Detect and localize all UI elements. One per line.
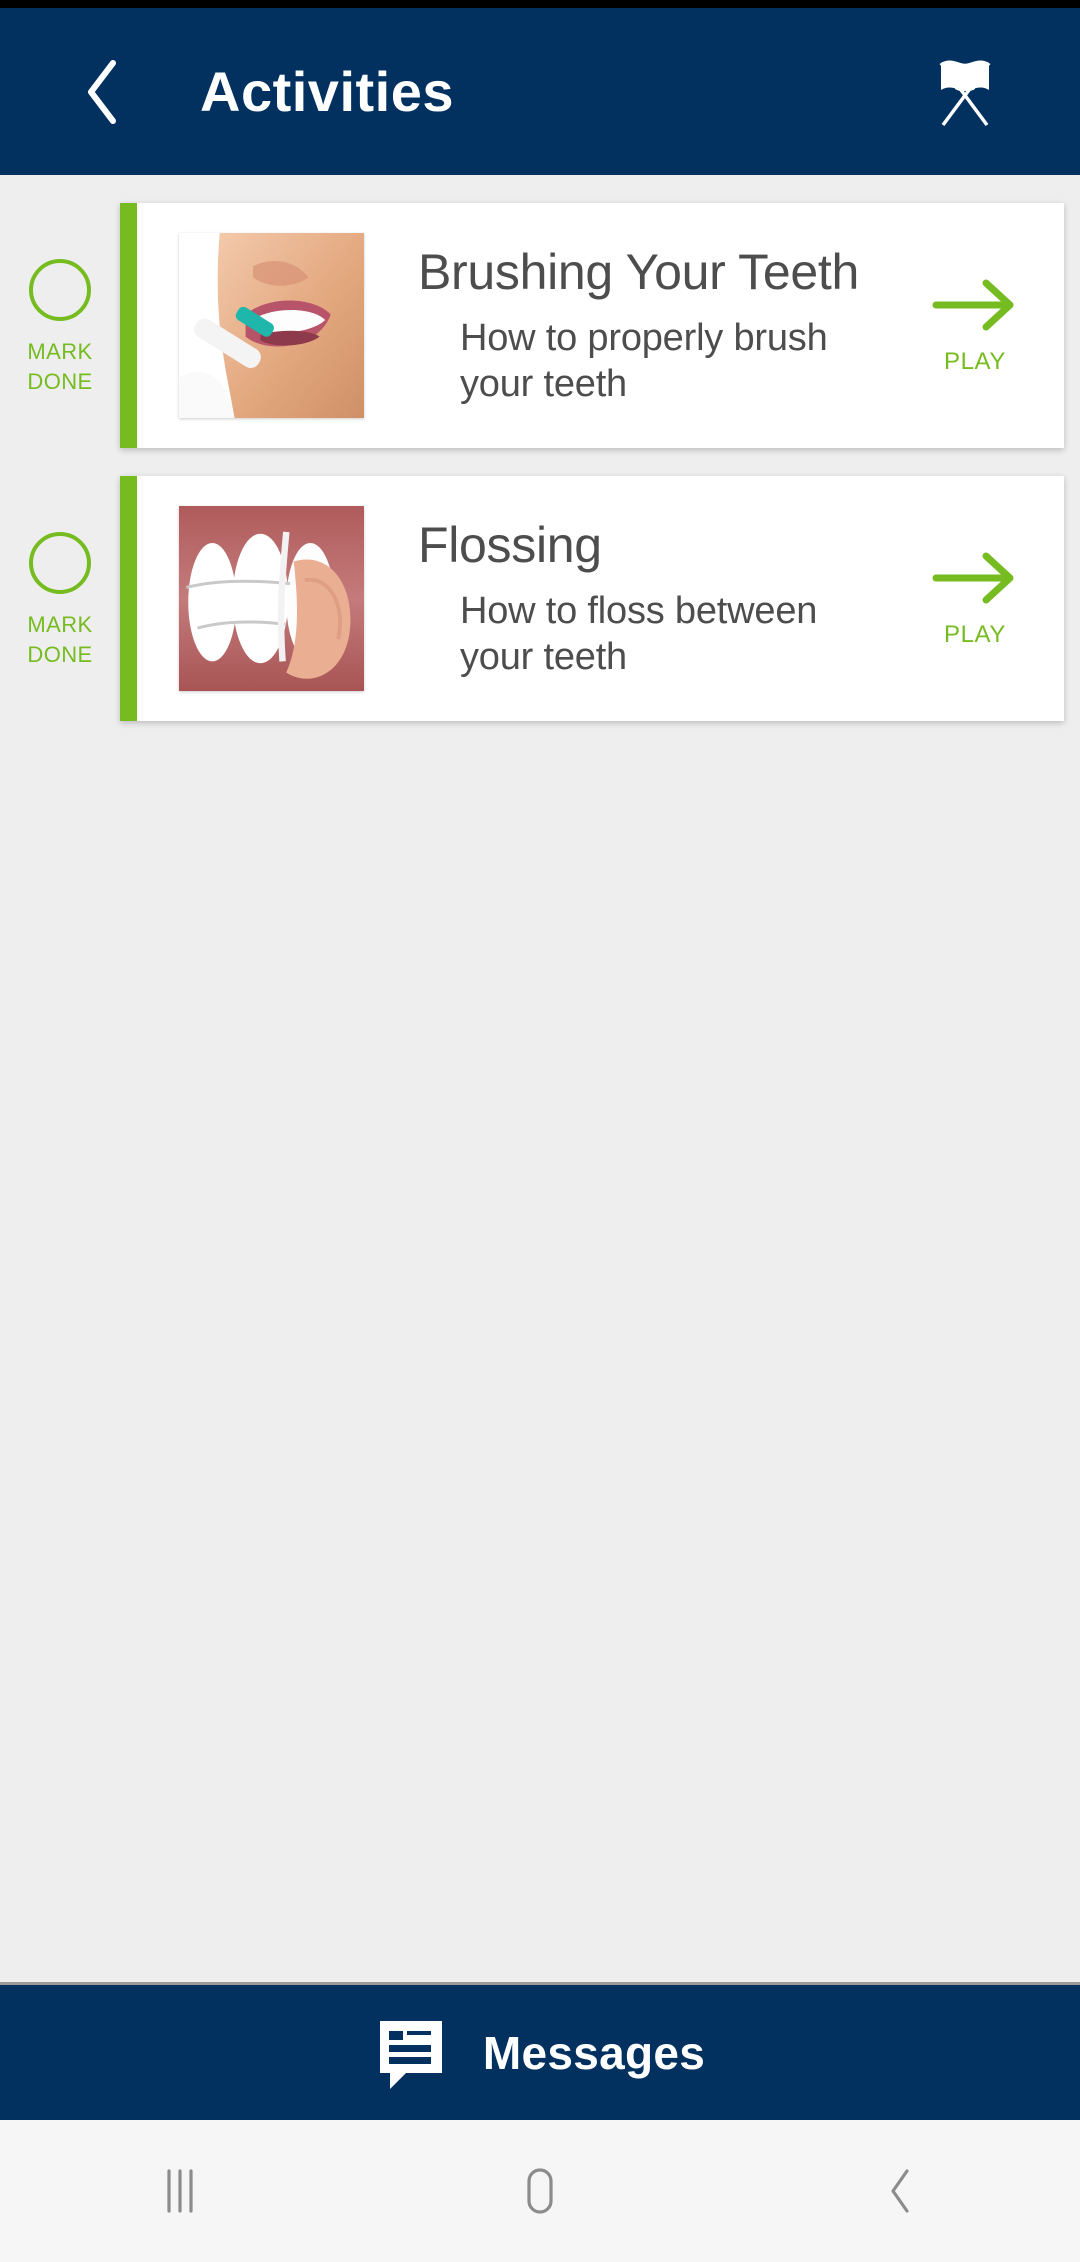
mark-done-checkbox[interactable] [29, 259, 91, 322]
system-back-button[interactable] [720, 2120, 1080, 2262]
activity-description: How to properly brush your teeth [460, 316, 828, 405]
mark-done-label: MARK DONE [27, 337, 92, 395]
home-square-icon [515, 2165, 565, 2217]
activity-description: How to floss between your teeth [460, 589, 818, 678]
card-text-block: Brushing Your Teeth How to properly brus… [364, 244, 904, 408]
card-text-block: Flossing How to floss between your teeth [364, 517, 904, 681]
mark-done-line1: MARK [27, 612, 93, 638]
crossed-flags-button[interactable] [910, 47, 1020, 137]
status-strip [0, 0, 1080, 8]
home-button[interactable] [360, 2120, 720, 2262]
mark-done-line1: MARK [27, 339, 93, 365]
crossed-flags-icon [913, 49, 1017, 135]
card-accent-bar [120, 203, 137, 448]
messages-bar[interactable]: Messages [0, 1982, 1080, 2120]
flossing-teeth-illustration [179, 506, 364, 691]
activity-title: Brushing Your Teeth [418, 243, 859, 300]
mark-done-line2: DONE [27, 641, 93, 667]
play-label: PLAY [944, 348, 1006, 375]
back-button[interactable] [68, 57, 138, 127]
chevron-left-icon [81, 57, 125, 127]
card-inner: Brushing Your Teeth How to properly brus… [137, 203, 904, 448]
back-chevron-icon [880, 2165, 920, 2217]
play-button[interactable]: PLAY [904, 476, 1064, 721]
app-header: Activities [0, 8, 1080, 175]
messages-label: Messages [482, 2026, 706, 2079]
activity-title: Flossing [418, 516, 602, 573]
arrow-right-icon [932, 548, 1018, 613]
mark-done-line2: DONE [27, 368, 93, 394]
activity-thumbnail [179, 233, 364, 418]
activity-thumbnail [179, 506, 364, 691]
mark-done-button[interactable]: MARK DONE [0, 476, 120, 721]
activities-list: MARK DONE Brushing Your Teeth How to pro… [0, 175, 1080, 1982]
play-button[interactable]: PLAY [904, 203, 1064, 448]
mark-done-checkbox[interactable] [29, 532, 91, 595]
mark-done-button[interactable]: MARK DONE [0, 203, 120, 448]
arrow-right-icon [932, 275, 1018, 340]
page-title: Activities [200, 60, 454, 123]
recents-button[interactable] [0, 2120, 360, 2262]
card-inner: Flossing How to floss between your teeth [137, 476, 904, 721]
list-item: MARK DONE [0, 203, 1080, 448]
message-bubble-icon [375, 2017, 447, 2089]
system-navigation-bar [0, 2120, 1080, 2262]
recents-bars-icon [158, 2165, 202, 2217]
phone-screen: Activities MARK DONE Brushing Your Teeth… [0, 0, 1080, 2262]
activity-card[interactable]: Brushing Your Teeth How to properly brus… [120, 203, 1064, 448]
list-item: MARK DONE [0, 476, 1080, 721]
play-label: PLAY [944, 621, 1006, 648]
woman-brushing-teeth-photo [179, 233, 364, 418]
activity-card[interactable]: Flossing How to floss between your teeth… [120, 476, 1064, 721]
card-accent-bar [120, 476, 137, 721]
mark-done-label: MARK DONE [27, 610, 92, 668]
